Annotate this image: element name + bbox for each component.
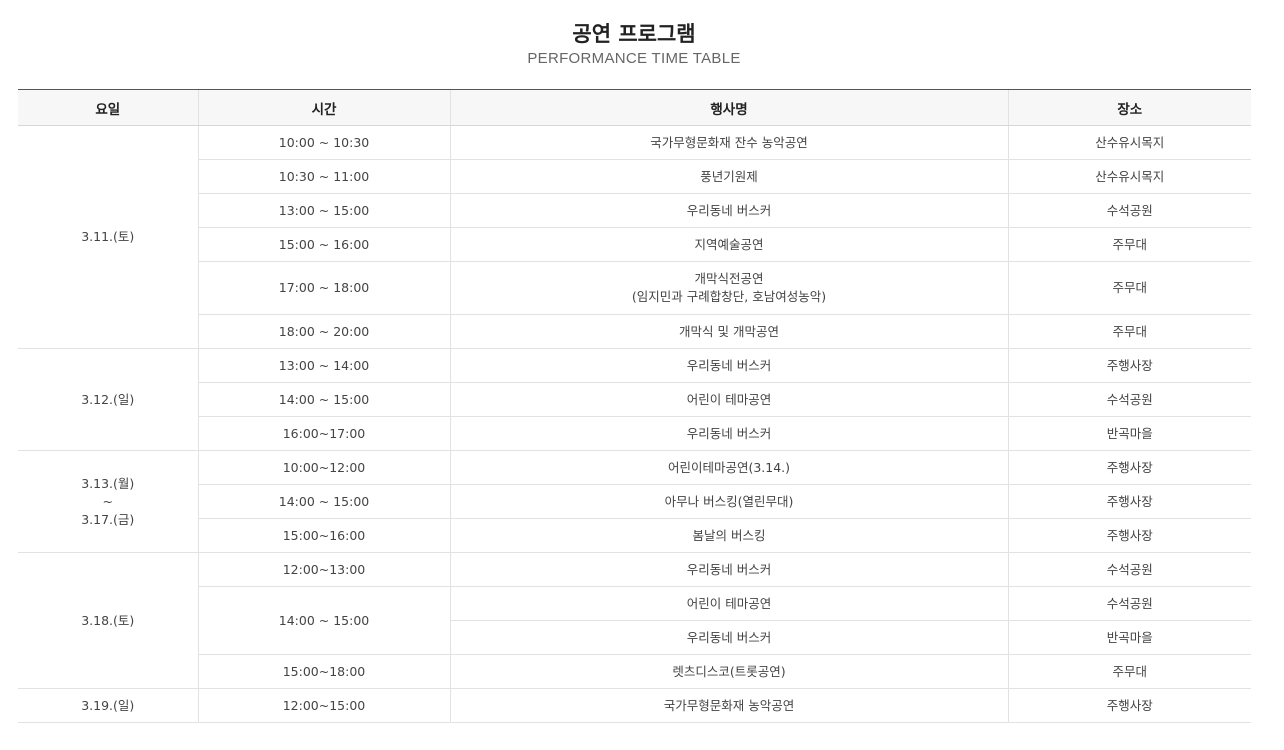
event-cell: 어린이테마공연(3.14.) — [449, 450, 1008, 485]
event-cell: 지역예술공연 — [449, 227, 1008, 262]
time-cell: 17:00 ~ 18:00 — [197, 261, 450, 315]
place-cell: 수석공원 — [1007, 193, 1251, 228]
time-cell: 14:00 ~ 15:00 — [197, 586, 450, 655]
place-cell: 반곡마을 — [1007, 620, 1251, 655]
event-cell: 우리동네 버스커 — [449, 552, 1008, 587]
day-range-end: 3.17.(금) — [81, 511, 135, 527]
time-cell: 14:00 ~ 15:00 — [197, 484, 450, 519]
event-detail: (임지민과 구례합창단, 호남여성농악) — [631, 289, 827, 304]
time-cell: 10:30 ~ 11:00 — [197, 159, 450, 194]
event-cell: 어린이 테마공연 — [449, 382, 1008, 417]
column-header-time: 시간 — [197, 89, 450, 126]
place-cell: 주무대 — [1007, 227, 1251, 262]
event-cell: 렛츠디스코(트롯공연) — [449, 654, 1008, 689]
place-cell: 주무대 — [1007, 261, 1251, 315]
time-cell: 10:00~12:00 — [197, 450, 450, 485]
table-row: 3.18.(토) 12:00~13:00 우리동네 버스커 수석공원 — [18, 552, 1251, 689]
table-row: 15:00 ~ 16:00 지역예술공연 주무대 — [18, 227, 1251, 262]
table-row: 14:00 ~ 15:00 아무나 버스킹(열린무대) 주행사장 — [18, 484, 1251, 519]
day-cell: 3.18.(토) — [18, 552, 198, 689]
event-cell: 국가무형문화재 농악공연 — [449, 688, 1008, 723]
place-cell: 수석공원 — [1007, 586, 1251, 621]
table-row: 3.12.(일) 13:00 ~ 14:00 우리동네 버스커 주행사장 — [18, 348, 1251, 451]
table-header-row: 요일 시간 행사명 장소 — [18, 89, 1251, 126]
column-header-event: 행사명 — [449, 89, 1008, 126]
place-cell: 주행사장 — [1007, 484, 1251, 519]
event-cell: 아무나 버스킹(열린무대) — [449, 484, 1008, 519]
table-row: 15:00~18:00 렛츠디스코(트롯공연) 주무대 — [18, 654, 1251, 689]
event-cell: 개막식 및 개막공연 — [449, 314, 1008, 349]
page-subtitle: PERFORMANCE TIME TABLE — [527, 50, 741, 67]
event-cell: 우리동네 버스커 — [449, 348, 1008, 383]
table-row: 18:00 ~ 20:00 개막식 및 개막공연 주무대 — [18, 314, 1251, 349]
time-cell: 14:00 ~ 15:00 — [197, 382, 450, 417]
place-cell: 주행사장 — [1007, 348, 1251, 383]
place-cell: 반곡마을 — [1007, 416, 1251, 451]
event-cell: 우리동네 버스커 — [449, 416, 1008, 451]
day-range-cell: 3.13.(월) ~ 3.17.(금) — [18, 450, 198, 553]
time-cell: 15:00 ~ 16:00 — [197, 227, 450, 262]
event-cell: 봄날의 버스킹 — [449, 518, 1008, 553]
column-header-place: 장소 — [1007, 89, 1251, 126]
table-row: 3.19.(일) 12:00~15:00 국가무형문화재 농악공연 주행사장 — [18, 688, 1251, 723]
place-cell: 주무대 — [1007, 314, 1251, 349]
event-cell: 국가무형문화재 잔수 농악공연 — [449, 125, 1008, 160]
table-row: 14:00 ~ 15:00 어린이 테마공연 수석공원 — [18, 382, 1251, 417]
day-range-separator: ~ — [102, 493, 113, 509]
event-cell: 우리동네 버스커 — [449, 193, 1008, 228]
table-row: 14:00 ~ 15:00 어린이 테마공연 수석공원 — [18, 586, 1251, 655]
table-row: 3.13.(월) ~ 3.17.(금) 10:00~12:00 어린이테마공연(… — [18, 450, 1251, 553]
event-cell: 개막식전공연 (임지민과 구례합창단, 호남여성농악) — [449, 261, 1008, 315]
table-row: 3.11.(토) 10:00 ~ 10:30 국가무형문화재 잔수 농악공연 산… — [18, 125, 1251, 349]
time-cell: 13:00 ~ 15:00 — [197, 193, 450, 228]
table-row: 13:00 ~ 15:00 우리동네 버스커 수석공원 — [18, 193, 1251, 228]
place-cell: 산수유시목지 — [1007, 125, 1251, 160]
place-cell: 주행사장 — [1007, 518, 1251, 553]
day-range-start: 3.13.(월) — [81, 475, 135, 491]
performance-schedule-table: 요일 시간 행사명 장소 3.11.(토) 10:00 ~ 10:30 국가무형… — [18, 89, 1251, 723]
time-cell: 15:00~18:00 — [197, 654, 450, 689]
day-cell: 3.12.(일) — [18, 348, 198, 451]
table-header: 요일 시간 행사명 장소 — [18, 89, 1251, 126]
time-cell: 15:00~16:00 — [197, 518, 450, 553]
table-row: 10:30 ~ 11:00 풍년기원제 산수유시목지 — [18, 159, 1251, 194]
time-cell: 13:00 ~ 14:00 — [197, 348, 450, 383]
event-cell: 어린이 테마공연 — [449, 586, 1008, 621]
time-cell: 10:00 ~ 10:30 — [197, 125, 450, 160]
time-cell: 12:00~13:00 — [197, 552, 450, 587]
day-cell: 3.19.(일) — [18, 688, 198, 723]
table-row: 15:00~16:00 봄날의 버스킹 주행사장 — [18, 518, 1251, 553]
place-cell: 산수유시목지 — [1007, 159, 1251, 194]
time-cell: 18:00 ~ 20:00 — [197, 314, 450, 349]
table-row: 16:00~17:00 우리동네 버스커 반곡마을 — [18, 416, 1251, 451]
place-cell: 수석공원 — [1007, 382, 1251, 417]
event-cell: 풍년기원제 — [449, 159, 1008, 194]
place-cell: 주행사장 — [1007, 450, 1251, 485]
page-title: 공연 프로그램 — [572, 22, 696, 46]
table-row: 17:00 ~ 18:00 개막식전공연 (임지민과 구례합창단, 호남여성농악… — [18, 261, 1251, 315]
place-cell: 주무대 — [1007, 654, 1251, 689]
event-title: 개막식전공연 — [694, 271, 764, 286]
table-body: 3.11.(토) 10:00 ~ 10:30 국가무형문화재 잔수 농악공연 산… — [18, 125, 1251, 723]
time-cell: 16:00~17:00 — [197, 416, 450, 451]
event-cell: 우리동네 버스커 — [449, 620, 1008, 655]
day-cell: 3.11.(토) — [18, 125, 198, 349]
time-cell: 12:00~15:00 — [197, 688, 450, 723]
place-cell: 주행사장 — [1007, 688, 1251, 723]
column-header-day: 요일 — [18, 89, 198, 126]
place-cell: 수석공원 — [1007, 552, 1251, 587]
